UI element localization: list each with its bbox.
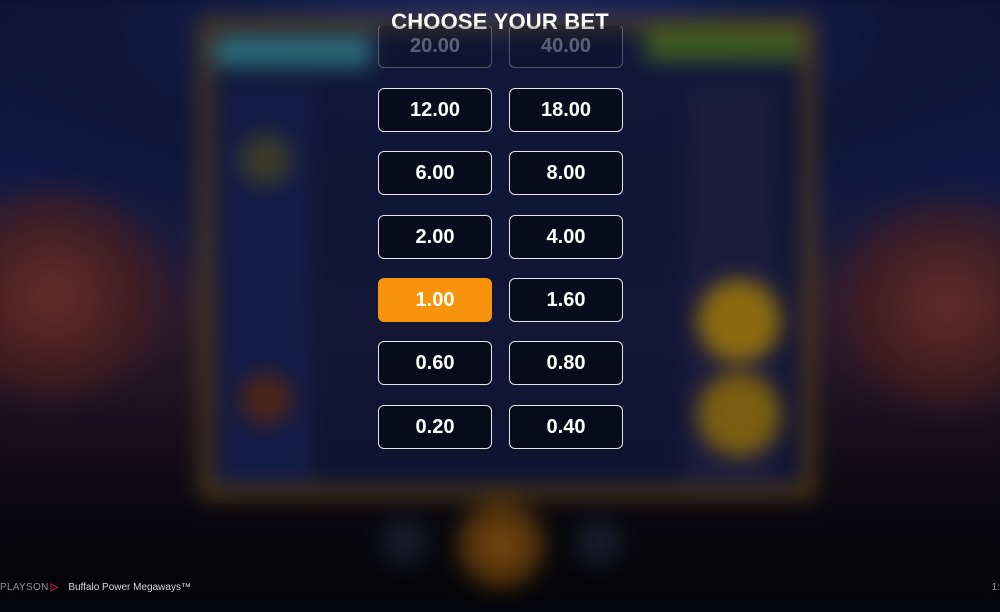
clock-text: 1: (991, 582, 1000, 593)
bet-option-button[interactable]: 12.00 (378, 88, 492, 132)
background-sunset-glow-right (812, 196, 1000, 415)
background-coin-symbol (697, 372, 781, 456)
provider-logo: PLAYSON (0, 582, 49, 593)
bet-option-button[interactable]: 18.00 (509, 88, 623, 132)
provider-play-icon: ▷ (50, 582, 59, 593)
bet-option-button[interactable]: 0.40 (509, 405, 623, 449)
background-control-button (380, 518, 429, 567)
bet-option-button[interactable]: 8.00 (509, 151, 623, 195)
background-spin-button (456, 499, 546, 590)
bet-option-button[interactable]: 20.00 (378, 26, 492, 68)
background-control-button (574, 518, 623, 567)
bet-option-button[interactable]: 4.00 (509, 215, 623, 259)
background-coin-symbol (697, 279, 781, 363)
background-symbol (240, 372, 292, 425)
bet-option-button-selected[interactable]: 1.00 (378, 278, 492, 322)
game-name: Buffalo Power Megaways™ (68, 582, 191, 593)
bet-option-button[interactable]: 6.00 (378, 151, 492, 195)
background-frame-banner-left (215, 35, 372, 68)
bet-option-button[interactable]: 0.60 (378, 341, 492, 385)
bet-option-button[interactable]: 2.00 (378, 215, 492, 259)
bet-option-button[interactable]: 0.80 (509, 341, 623, 385)
bet-options-grid: 20.00 40.00 12.00 18.00 6.00 8.00 2.00 4… (378, 26, 624, 456)
background-sunset-glow-left (0, 185, 188, 404)
bet-option-button[interactable]: 40.00 (509, 26, 623, 68)
bet-option-button[interactable]: 0.20 (378, 405, 492, 449)
bet-option-button[interactable]: 1.60 (509, 278, 623, 322)
footer-branding: PLAYSON ▷ Buffalo Power Megaways™ (0, 582, 191, 593)
background-symbol (240, 133, 292, 186)
